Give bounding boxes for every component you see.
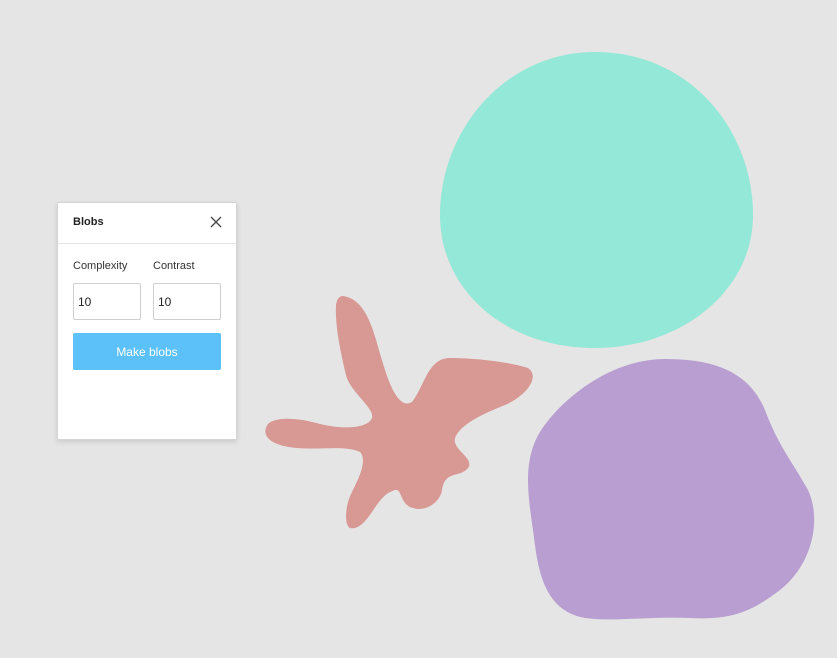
complexity-input[interactable] — [73, 283, 141, 320]
blobs-plugin-panel: Blobs Complexity Contrast Make blobs — [57, 202, 237, 440]
contrast-input[interactable] — [153, 283, 221, 320]
purple-blob[interactable] — [528, 359, 815, 620]
teal-blob[interactable] — [440, 52, 753, 348]
panel-title: Blobs — [73, 216, 104, 228]
contrast-label: Contrast — [153, 260, 195, 272]
make-blobs-button[interactable]: Make blobs — [73, 333, 221, 370]
complexity-label: Complexity — [73, 260, 128, 272]
close-icon[interactable] — [208, 214, 224, 230]
salmon-blob[interactable] — [265, 296, 533, 529]
panel-header: Blobs — [58, 203, 236, 244]
